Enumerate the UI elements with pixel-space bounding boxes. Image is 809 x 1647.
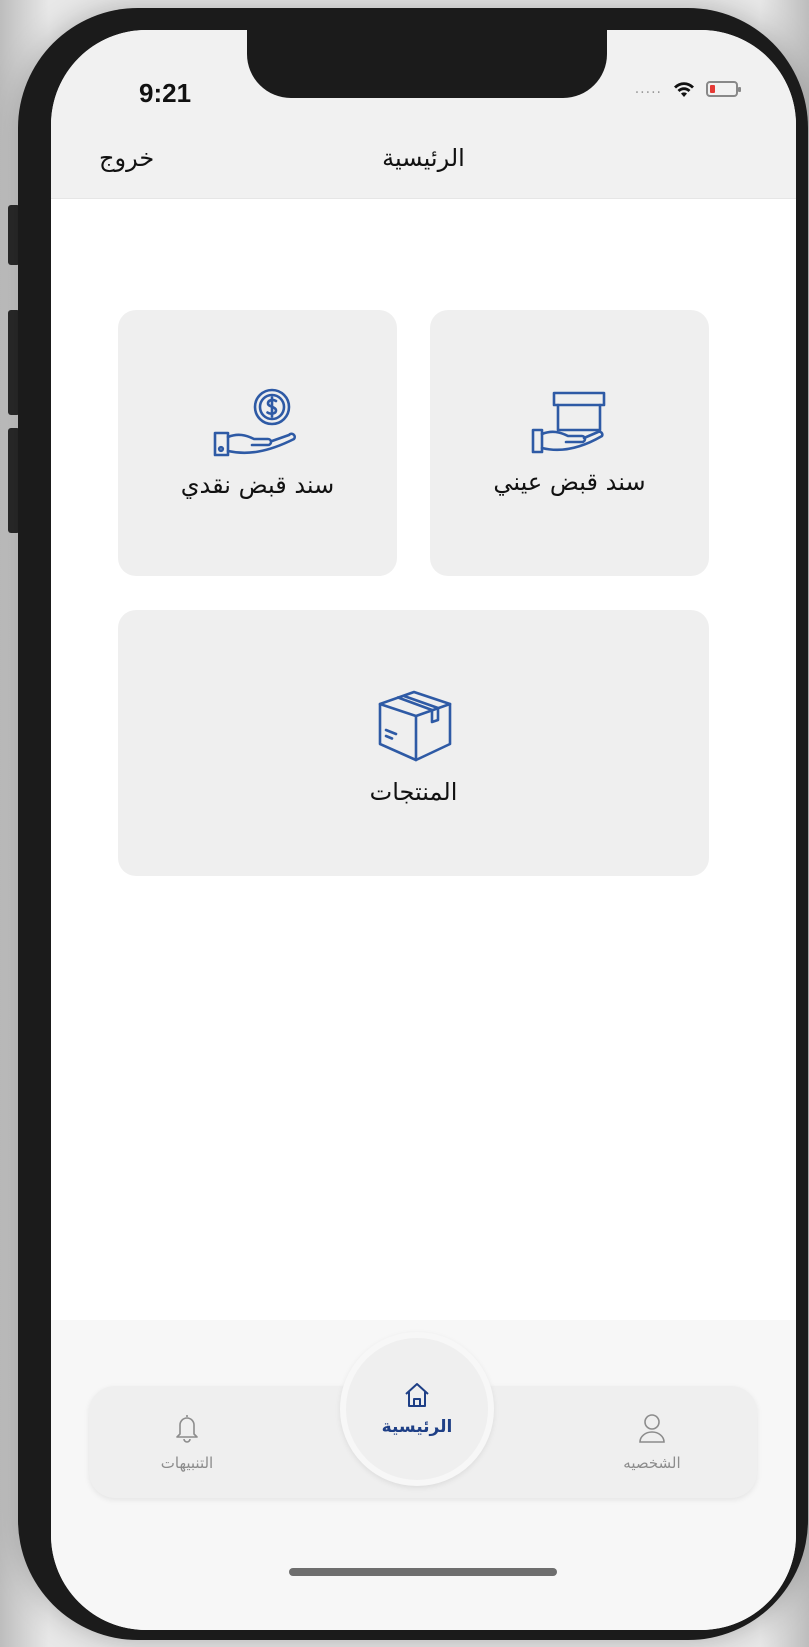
- device-stage: 9:21 ..... خروج الرئيسية سند قبض عيني سن…: [0, 0, 809, 1647]
- products-tile[interactable]: المنتجات: [118, 610, 709, 876]
- tab-home-label: الرئيسية: [381, 1417, 453, 1437]
- cash-receipt-label: سند قبض نقدي: [180, 471, 335, 499]
- home-icon: [405, 1383, 429, 1407]
- tab-notifications-label: التنبيهات: [160, 1454, 214, 1472]
- cash-receipt-tile[interactable]: سند قبض نقدي: [118, 310, 397, 576]
- wifi-icon: [674, 82, 694, 97]
- in-kind-receipt-tile[interactable]: سند قبض عيني: [430, 310, 709, 576]
- box-on-hand-icon: [531, 391, 605, 454]
- tab-profile[interactable]: الشخصيه: [607, 1412, 697, 1472]
- tab-home[interactable]: الرئيسية: [340, 1332, 494, 1486]
- nav-bar: خروج الرئيسية: [51, 130, 796, 199]
- battery-level: [710, 85, 715, 93]
- battery-icon: [706, 81, 741, 97]
- notch: [247, 30, 607, 98]
- screen: 9:21 ..... خروج الرئيسية سند قبض عيني سن…: [51, 30, 796, 1630]
- products-label: المنتجات: [369, 778, 458, 806]
- coin-on-hand-icon: [213, 388, 296, 457]
- status-icons: .....: [634, 80, 741, 98]
- status-time: 9:21: [139, 78, 192, 108]
- phone-frame: 9:21 ..... خروج الرئيسية سند قبض عيني سن…: [18, 8, 808, 1640]
- home-indicator[interactable]: [289, 1568, 557, 1576]
- user-icon: [639, 1414, 665, 1443]
- page-title: الرئيسية: [382, 144, 465, 172]
- package-icon: [378, 690, 451, 762]
- in-kind-receipt-label: سند قبض عيني: [493, 468, 646, 496]
- tab-notifications[interactable]: التنبيهات: [147, 1412, 227, 1472]
- bell-icon: [176, 1415, 198, 1443]
- tab-profile-label: الشخصيه: [623, 1454, 681, 1472]
- signal-dots: .....: [634, 81, 662, 97]
